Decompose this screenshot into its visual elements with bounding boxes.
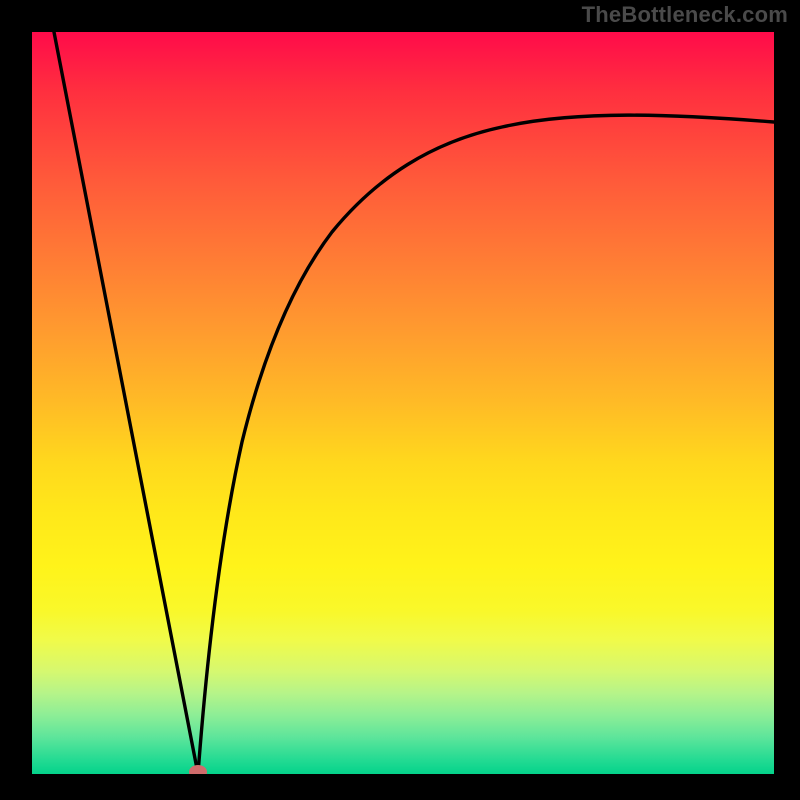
- curve-left-path: [54, 32, 198, 774]
- chart-frame: TheBottleneck.com: [0, 0, 800, 800]
- curve-right-path: [198, 115, 774, 774]
- curve-svg: [32, 32, 774, 774]
- optimum-marker: [189, 765, 207, 774]
- plot-area: [32, 32, 774, 774]
- watermark-text: TheBottleneck.com: [582, 2, 788, 28]
